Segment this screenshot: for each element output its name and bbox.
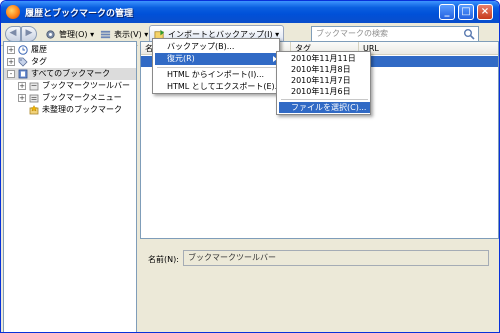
back-button[interactable]: ◀ xyxy=(5,26,21,42)
tree-item-label: 未整理のブックマーク xyxy=(42,105,122,114)
library-window: 履歴とブックマークの管理 _ □ × ◀ ▶ 管理(O) ▾ 表示(V) ▾ イ xyxy=(0,0,500,333)
import-backup-menu: バックアップ(B)... 復元(R) HTML からインポート(I)... HT… xyxy=(152,38,282,94)
firefox-icon xyxy=(6,5,20,19)
menu-separator xyxy=(157,67,277,68)
restore-backup-item[interactable]: 2010年11月11日 xyxy=(279,53,370,64)
tree-item-all-bookmarks[interactable]: - すべてのブックマーク xyxy=(4,68,136,80)
manage-menu-button[interactable]: 管理(O) ▾ xyxy=(45,28,94,42)
tree-item-bookmarks-toolbar[interactable]: + ブックマークツールバー xyxy=(4,80,136,92)
collapse-toggle[interactable]: - xyxy=(7,70,15,78)
folder-tree[interactable]: + 履歴 + タグ - すべてのブックマーク + ブックマークツールバー + ブ… xyxy=(3,41,137,332)
restore-backup-item[interactable]: 2010年11月6日 xyxy=(279,86,370,97)
menu-item-restore[interactable]: 復元(R) xyxy=(155,53,279,65)
column-header-url[interactable]: URL xyxy=(359,42,498,55)
menu-item-import-html[interactable]: HTML からインポート(I)... xyxy=(155,69,279,81)
folder-icon xyxy=(29,94,39,103)
clock-icon xyxy=(18,45,28,55)
window-title: 履歴とブックマークの管理 xyxy=(25,9,134,19)
minimize-button[interactable]: _ xyxy=(439,4,455,20)
tag-icon xyxy=(18,57,28,67)
expand-toggle[interactable]: + xyxy=(7,46,15,54)
search-icon[interactable] xyxy=(463,28,475,40)
tree-item-label: すべてのブックマーク xyxy=(31,69,111,78)
menu-item-backup[interactable]: バックアップ(B)... xyxy=(155,41,279,53)
maximize-button[interactable]: □ xyxy=(458,4,474,20)
tree-item-label: タグ xyxy=(31,57,47,66)
tree-item-label: ブックマークツールバー xyxy=(42,81,130,90)
view-menu-button[interactable]: 表示(V) ▾ xyxy=(100,28,148,42)
title-bar[interactable]: 履歴とブックマークの管理 _ □ × xyxy=(1,1,499,23)
expand-toggle[interactable]: + xyxy=(7,58,15,66)
name-label: 名前(N): xyxy=(148,255,179,264)
expand-toggle[interactable]: + xyxy=(18,94,26,102)
bookmark-search-input[interactable]: ブックマークの検索 xyxy=(311,26,479,42)
choose-file-item[interactable]: ファイルを選択(C)... xyxy=(279,102,370,113)
manage-label: 管理(O) xyxy=(59,30,88,39)
details-pane: 名前(N): ブックマークツールバー xyxy=(140,241,499,332)
menu-item-export-html[interactable]: HTML としてエクスポート(E)... xyxy=(155,81,282,93)
restore-submenu: 2010年11月11日 2010年11月8日 2010年11月7日 2010年1… xyxy=(276,51,371,115)
menu-item-label: 復元(R) xyxy=(167,54,195,63)
tree-item-bookmarks-menu[interactable]: + ブックマークメニュー xyxy=(4,92,136,104)
tree-item-label: 履歴 xyxy=(31,45,47,54)
tree-item-tags[interactable]: + タグ xyxy=(4,56,136,68)
restore-backup-item[interactable]: 2010年11月7日 xyxy=(279,75,370,86)
unsorted-bookmarks-icon xyxy=(29,105,39,115)
name-field[interactable]: ブックマークツールバー xyxy=(183,250,489,266)
tree-item-unsorted-bookmarks[interactable]: 未整理のブックマーク xyxy=(4,104,136,116)
restore-backup-item[interactable]: 2010年11月8日 xyxy=(279,64,370,75)
tree-item-label: ブックマークメニュー xyxy=(42,93,122,102)
view-label: 表示(V) xyxy=(114,30,142,39)
close-button[interactable]: × xyxy=(477,4,493,20)
expand-toggle[interactable]: + xyxy=(18,82,26,90)
folder-icon xyxy=(29,82,39,91)
bookmarks-icon xyxy=(18,69,28,79)
tree-item-history[interactable]: + 履歴 xyxy=(4,44,136,56)
menu-separator xyxy=(281,99,368,100)
gear-icon xyxy=(46,30,55,39)
list-view-icon xyxy=(100,30,111,39)
forward-button[interactable]: ▶ xyxy=(21,26,37,42)
